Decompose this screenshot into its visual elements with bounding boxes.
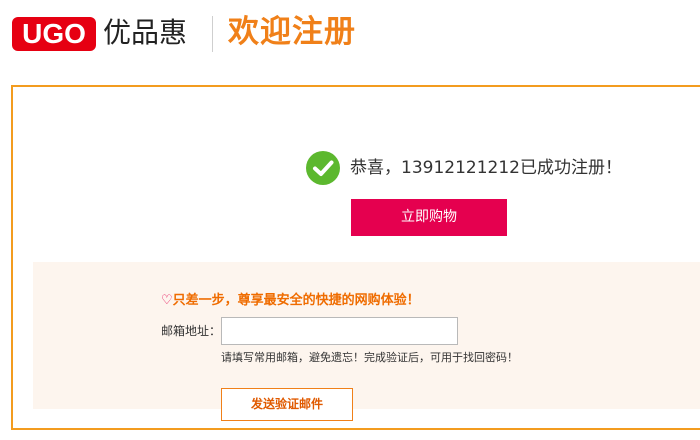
check-circle-icon <box>306 151 340 185</box>
success-message: 恭喜，13912121212已成功注册！ <box>350 158 622 178</box>
verify-heading: ♡只差一步，尊享最安全的快捷的网购体验！ <box>161 292 420 310</box>
header: UGO 优品惠 欢迎注册 <box>0 0 700 70</box>
logo-badge[interactable]: UGO <box>12 17 96 51</box>
heart-icon: ♡ <box>161 293 173 308</box>
email-input[interactable] <box>221 317 458 345</box>
email-hint: 请填写常用邮箱，避免遗忘！完成验证后，可用于找回密码！ <box>221 351 518 364</box>
header-divider <box>212 16 213 52</box>
send-verification-email-button[interactable]: 发送验证邮件 <box>221 388 353 421</box>
shop-now-button[interactable]: 立即购物 <box>351 199 507 236</box>
email-label: 邮箱地址： <box>161 324 222 338</box>
brand-name[interactable]: 优品惠 <box>103 14 187 52</box>
verify-heading-text: 只差一步，尊享最安全的快捷的网购体验！ <box>172 293 420 308</box>
page-title: 欢迎注册 <box>228 14 356 50</box>
